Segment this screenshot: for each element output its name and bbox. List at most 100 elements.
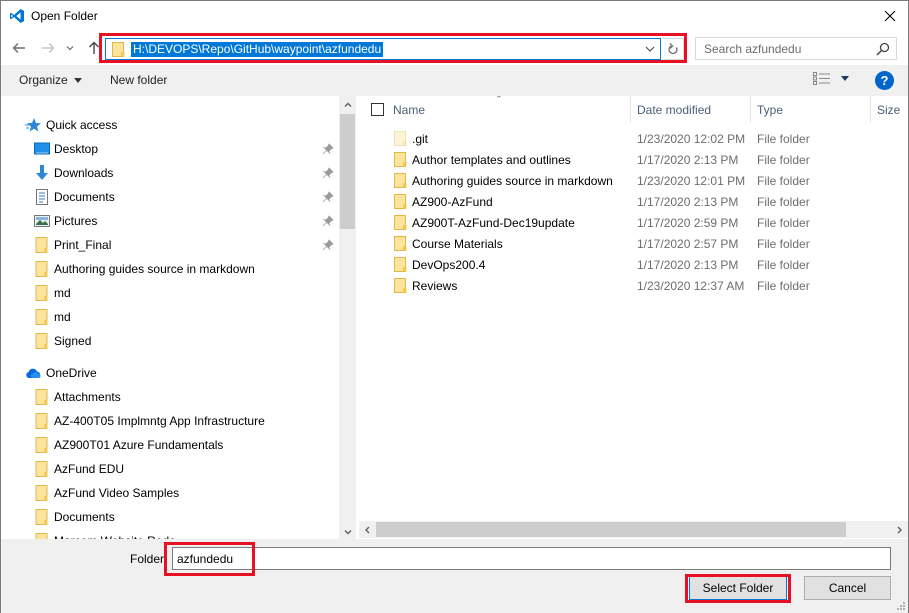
resize-grip-icon[interactable] — [896, 601, 906, 611]
refresh-icon — [667, 42, 678, 54]
pin-icon[interactable] — [322, 191, 334, 203]
file-list-horizontal-scrollbar[interactable] — [359, 521, 908, 538]
folder-icon — [394, 257, 407, 272]
file-row[interactable]: Authoring guides source in markdown 1/23/… — [359, 170, 908, 191]
folder-name-input[interactable] — [172, 547, 891, 570]
change-view-button[interactable] — [813, 72, 849, 85]
sidebar-item-label: Documents — [54, 190, 115, 204]
pin-icon[interactable] — [322, 239, 334, 251]
sidebar-item-label: Documents — [54, 510, 115, 524]
sidebar-item-documents[interactable]: Documents — [1, 185, 339, 209]
scroll-up-button[interactable] — [339, 96, 356, 113]
address-path[interactable]: H:\DEVOPS\Repo\GitHub\waypoint\azfundedu — [131, 42, 384, 57]
column-header-size[interactable]: Size — [877, 96, 900, 123]
search-box[interactable] — [695, 37, 897, 60]
back-button[interactable] — [9, 37, 29, 59]
recent-locations-button[interactable] — [63, 37, 77, 59]
help-button[interactable]: ? — [875, 71, 894, 90]
open-folder-dialog: Open Folder H:\DEVOPS\Repo\GitHub\waypoi… — [0, 0, 909, 613]
file-row[interactable]: Reviews 1/23/2020 12:37 AM File folder — [359, 275, 908, 296]
file-row[interactable]: AZ900T-AzFund-Dec19update 1/17/2020 2:59 … — [359, 212, 908, 233]
sidebar-item-signed[interactable]: Signed — [1, 329, 339, 353]
sidebar-item-attachments[interactable]: Attachments — [1, 385, 339, 409]
sidebar-item-pictures[interactable]: Pictures — [1, 209, 339, 233]
pin-icon[interactable] — [322, 215, 334, 227]
sidebar-item-print-final[interactable]: Print_Final — [1, 233, 339, 257]
refresh-button[interactable] — [662, 38, 684, 60]
quick-access-star-icon — [25, 118, 41, 132]
sidebar-scrollbar[interactable] — [339, 96, 356, 541]
sidebar-item-authoring-guides[interactable]: Authoring guides source in markdown — [1, 257, 339, 281]
sidebar-item-azfund-video-samples[interactable]: AzFund Video Samples — [1, 481, 339, 505]
file-row[interactable]: DevOps200.4 1/17/2020 2:13 PM File folder — [359, 254, 908, 275]
close-button[interactable] — [872, 1, 908, 31]
file-row[interactable]: Author templates and outlines 1/17/2020 2… — [359, 149, 908, 170]
file-name: Author templates and outlines — [412, 153, 571, 167]
select-folder-button[interactable]: Select Folder — [689, 576, 787, 600]
pictures-icon — [34, 215, 50, 227]
file-date-modified: 1/23/2020 12:37 AM — [637, 279, 745, 293]
folder-icon — [35, 285, 48, 301]
column-header-name[interactable]: Name — [393, 96, 425, 123]
sidebar-item-quick-access[interactable]: Quick access — [1, 113, 339, 137]
desktop-icon — [34, 142, 50, 155]
sidebar-item-label: Signed — [54, 334, 92, 348]
column-divider[interactable] — [630, 96, 631, 123]
file-row[interactable]: .git 1/23/2020 12:02 PM File folder — [359, 128, 908, 149]
folder-icon — [35, 413, 48, 429]
sidebar-item-az900t01[interactable]: AZ900T01 Azure Fundamentals — [1, 433, 339, 457]
column-divider[interactable] — [750, 96, 751, 123]
new-folder-button[interactable]: New folder — [110, 73, 167, 87]
sidebar-item-md[interactable]: md — [1, 281, 339, 305]
pin-icon[interactable] — [322, 143, 334, 155]
file-type: File folder — [757, 153, 810, 167]
cancel-button[interactable]: Cancel — [804, 576, 891, 600]
organize-button[interactable]: Organize — [19, 73, 82, 87]
file-list: ⌃ Name Date modified Type Size .git 1/23/… — [359, 96, 908, 520]
search-input[interactable] — [704, 41, 864, 57]
navigation-bar: H:\DEVOPS\Repo\GitHub\waypoint\azfundedu — [1, 31, 908, 65]
file-name: Reviews — [412, 279, 458, 293]
folder-icon — [394, 173, 407, 188]
column-header-date[interactable]: Date modified — [637, 96, 711, 123]
sidebar-item-downloads[interactable]: Downloads — [1, 161, 339, 185]
column-header-type[interactable]: Type — [757, 96, 783, 123]
scroll-left-button[interactable] — [359, 521, 376, 538]
sidebar-item-desktop[interactable]: Desktop — [1, 137, 339, 161]
scroll-thumb[interactable] — [340, 114, 355, 229]
sidebar-item-md[interactable]: md — [1, 305, 339, 329]
sidebar-item-onedrive[interactable]: OneDrive — [1, 361, 339, 385]
file-row[interactable]: AZ900-AzFund 1/17/2020 2:13 PM File folder — [359, 191, 908, 212]
details-view-icon — [813, 72, 830, 85]
file-date-modified: 1/17/2020 2:57 PM — [637, 237, 739, 251]
sidebar-item-label: AZ-400T05 Implmntg App Infrastructure — [54, 414, 265, 428]
search-icon — [876, 42, 890, 56]
folder-icon — [35, 461, 48, 477]
window-title: Open Folder — [31, 9, 98, 23]
sidebar-item-label: Desktop — [54, 142, 99, 156]
address-bar[interactable]: H:\DEVOPS\Repo\GitHub\waypoint\azfundedu — [105, 38, 661, 60]
sidebar-item-label: Authoring guides source in markdown — [54, 262, 255, 276]
file-date-modified: 1/17/2020 2:13 PM — [637, 195, 739, 209]
sidebar-item-azfund-edu[interactable]: AzFund EDU — [1, 457, 339, 481]
file-date-modified: 1/17/2020 2:59 PM — [637, 216, 739, 230]
sidebar-item-documents-onedrive[interactable]: Documents — [1, 505, 339, 529]
sidebar-item-label: Attachments — [54, 390, 121, 404]
column-divider[interactable] — [870, 96, 871, 123]
address-dropdown-button[interactable] — [642, 41, 658, 57]
file-row[interactable]: Course Materials 1/17/2020 2:57 PM File fo… — [359, 233, 908, 254]
folder-icon — [394, 278, 407, 293]
sidebar-item-label: AzFund Video Samples — [54, 486, 180, 500]
scroll-right-button[interactable] — [891, 521, 908, 538]
sidebar-item-az-400t05[interactable]: AZ-400T05 Implmntg App Infrastructure — [1, 409, 339, 433]
file-date-modified: 1/17/2020 2:13 PM — [637, 258, 739, 272]
folder-icon — [112, 42, 125, 57]
command-toolbar: Organize New folder ? — [1, 65, 908, 96]
chevron-down-icon — [66, 46, 74, 51]
pin-icon[interactable] — [322, 167, 334, 179]
scroll-thumb[interactable] — [376, 522, 846, 537]
forward-button[interactable] — [38, 37, 58, 59]
folder-icon — [35, 237, 48, 253]
sidebar-item-label: Print_Final — [54, 238, 112, 252]
select-all-checkbox[interactable] — [371, 103, 384, 116]
